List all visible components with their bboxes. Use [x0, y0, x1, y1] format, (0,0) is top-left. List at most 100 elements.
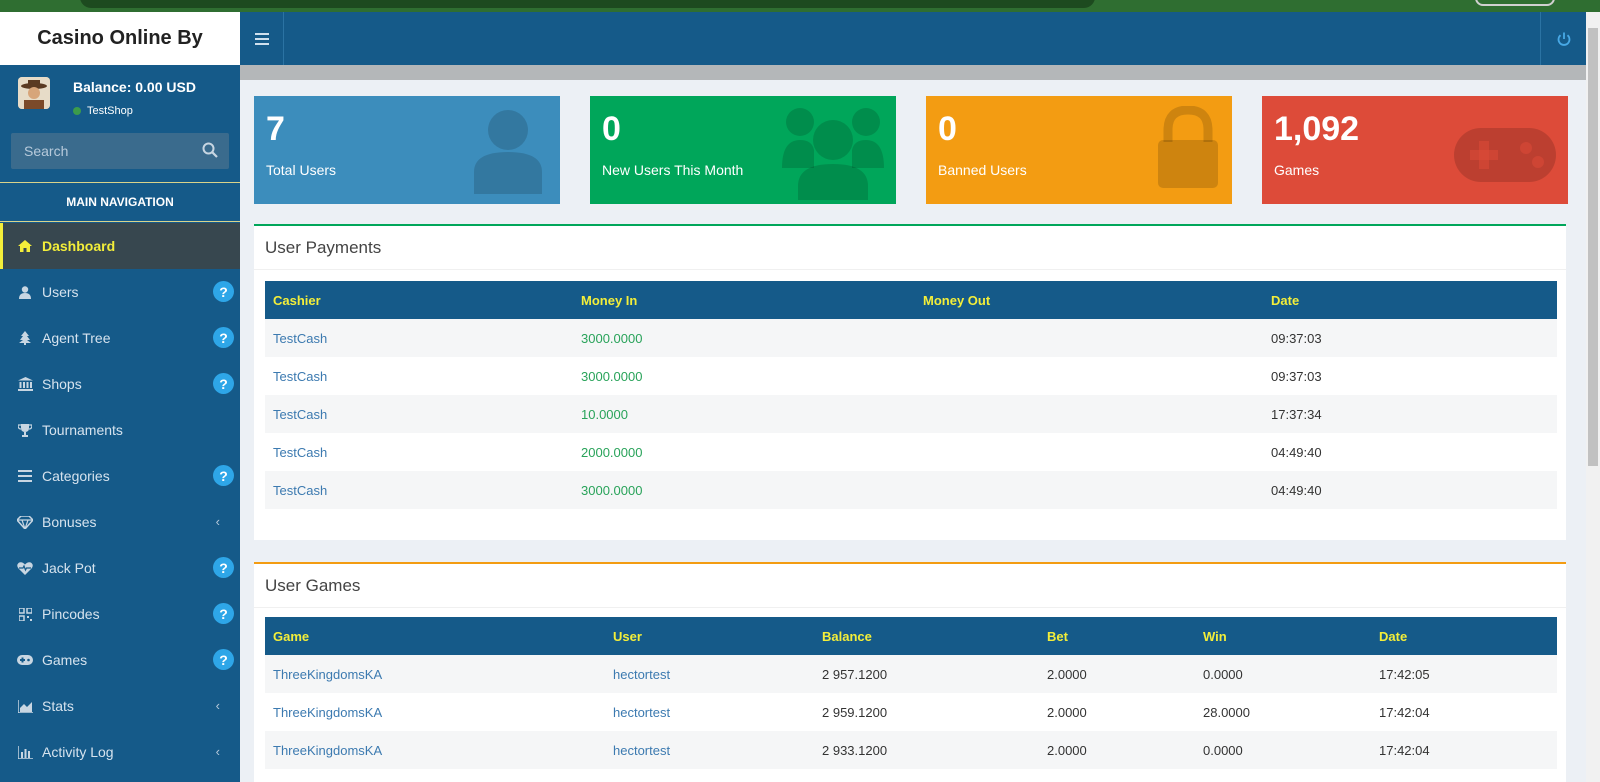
help-icon[interactable]: ? [213, 281, 234, 302]
bet: 2.0000 [1039, 731, 1195, 769]
menu-icon [254, 32, 269, 45]
search-button[interactable] [201, 141, 221, 161]
table-row: ThreeKingdomsKA hectortest 2 933.1200 2.… [265, 731, 1557, 769]
table-row: ThreeKingdomsKA hectortest 2 957.1200 2.… [265, 655, 1557, 693]
power-icon [1557, 32, 1570, 46]
date: 04:49:40 [1271, 444, 1322, 460]
date: 09:37:03 [1263, 319, 1557, 357]
column-header[interactable]: Bet [1039, 617, 1195, 655]
cashier-link[interactable]: TestCash [265, 357, 573, 395]
help-icon[interactable]: ? [213, 557, 234, 578]
table-row: TestCash 3000.0000 09:37:03 [265, 357, 1557, 395]
sidebar-item-label: Agent Tree [42, 330, 111, 346]
money-out [915, 395, 1263, 433]
column-header[interactable]: Date [1263, 281, 1557, 319]
sidebar-item-users[interactable]: Users ? [0, 269, 240, 315]
table-row: ThreeKingdomsKA hectortest 2 959.1200 2.… [265, 693, 1557, 731]
column-header[interactable]: Money Out [915, 281, 1263, 319]
column-header[interactable]: Game [265, 617, 605, 655]
sidebar-item-games[interactable]: Games ? [0, 637, 240, 683]
user-panel: Balance: 0.00 USD TestShop [0, 65, 240, 119]
stat-box-total-users[interactable]: 7 Total Users [254, 96, 560, 204]
sidebar-toggle-button[interactable] [240, 12, 284, 65]
search-input[interactable] [11, 133, 191, 169]
chevron-left-icon: ‹ [215, 514, 220, 529]
sidebar-item-pincodes[interactable]: Pincodes ? [0, 591, 240, 637]
user-link[interactable]: hectortest [605, 731, 814, 769]
scrollbar-thumb[interactable] [1588, 28, 1598, 466]
help-icon[interactable]: ? [213, 649, 234, 670]
table-row: TestCash 2000.0000 04:49:40 [265, 433, 1557, 471]
nav-header: MAIN NAVIGATION [0, 182, 240, 222]
money-out [915, 471, 1263, 509]
sidebar-item-tournaments[interactable]: Tournaments [0, 407, 240, 453]
stat-box-banned-users[interactable]: 0 Banned Users [926, 96, 1232, 204]
stat-value: 1,092 [1274, 110, 1360, 148]
sidebar-item-dashboard[interactable]: Dashboard [0, 223, 240, 269]
sidebar-item-label: Pincodes [42, 606, 100, 622]
table-row: TestCash 10.0000 17:37:34 [265, 395, 1557, 433]
browser-address-bar [80, 0, 1095, 8]
column-header[interactable]: User [605, 617, 814, 655]
page-scrollbar[interactable] [1586, 12, 1600, 782]
cashier-link[interactable]: TestCash [265, 395, 573, 433]
sidebar-item-label: Categories [42, 468, 110, 484]
stat-box-new-users[interactable]: 0 New Users This Month [590, 96, 896, 204]
chevron-left-icon: ‹ [215, 698, 220, 713]
column-header[interactable]: Date [1371, 617, 1557, 655]
column-header[interactable]: Balance [814, 617, 1039, 655]
table-row: TestCash 3000.0000 04:49:40 [265, 471, 1557, 509]
sidebar-item-activity-log[interactable]: Activity Log ‹ [0, 729, 240, 775]
sidebar-search [11, 133, 229, 169]
balance: 2 933.1200 [814, 731, 1039, 769]
sidebar-item-stats[interactable]: Stats ‹ [0, 683, 240, 729]
help-icon[interactable]: ? [213, 327, 234, 348]
game-link[interactable]: ThreeKingdomsKA [265, 655, 605, 693]
user-payments-table: Cashier Money In Money Out Date TestCash… [265, 281, 1557, 509]
chevron-left-icon: ‹ [215, 744, 220, 759]
bar-chart-icon [17, 744, 33, 760]
stat-value: 7 [266, 110, 285, 148]
home-icon [17, 238, 33, 254]
user-balance: Balance: 0.00 USD [73, 79, 196, 95]
users-icon [782, 108, 884, 200]
cashier-link[interactable]: TestCash [265, 471, 573, 509]
sidebar-item-bonuses[interactable]: Bonuses ‹ [0, 499, 240, 545]
panel-title: User Games [254, 564, 1566, 608]
cashier-link[interactable]: TestCash [265, 319, 573, 357]
date: 04:49:40 [1263, 471, 1557, 509]
heartbeat-icon [17, 560, 33, 576]
stat-label: Banned Users [938, 162, 1027, 178]
sidebar-item-label: Games [42, 652, 88, 668]
sidebar-item-agent-tree[interactable]: Agent Tree ? [0, 315, 240, 361]
column-header[interactable]: Cashier [265, 281, 573, 319]
win: 28.0000 [1203, 704, 1250, 720]
stat-box-games[interactable]: 1,092 Games [1262, 96, 1568, 204]
gamepad-icon [17, 652, 33, 668]
column-header[interactable]: Win [1195, 617, 1371, 655]
logout-button[interactable] [1540, 12, 1586, 65]
cashier-link[interactable]: TestCash [265, 433, 573, 471]
sidebar: Balance: 0.00 USD TestShop MAIN NAVIGATI… [0, 65, 240, 782]
sidebar-item-shops[interactable]: Shops ? [0, 361, 240, 407]
game-link[interactable]: ThreeKingdomsKA [265, 693, 605, 731]
app-logo[interactable]: Casino Online By [0, 12, 240, 65]
help-icon[interactable]: ? [213, 603, 234, 624]
column-header[interactable]: Money In [573, 281, 915, 319]
sidebar-item-categories[interactable]: Categories ? [0, 453, 240, 499]
date: 17:37:34 [1263, 395, 1557, 433]
browser-chrome-strip [0, 0, 1600, 12]
game-link[interactable]: ThreeKingdomsKA [265, 731, 605, 769]
user-link[interactable]: hectortest [605, 655, 814, 693]
user-payments-panel: User Payments Cashier Money In Money Out… [254, 224, 1566, 540]
user-link[interactable]: hectortest [605, 693, 814, 731]
help-icon[interactable]: ? [213, 373, 234, 394]
table-header-row: Game User Balance Bet Win Date [265, 617, 1557, 655]
stat-label: Games [1274, 162, 1320, 178]
area-chart-icon [17, 698, 33, 714]
bet: 2.0000 [1047, 704, 1087, 720]
help-icon[interactable]: ? [213, 465, 234, 486]
sidebar-item-jack-pot[interactable]: Jack Pot ? [0, 545, 240, 591]
money-in: 3000.0000 [581, 368, 643, 384]
user-icon [474, 110, 542, 194]
